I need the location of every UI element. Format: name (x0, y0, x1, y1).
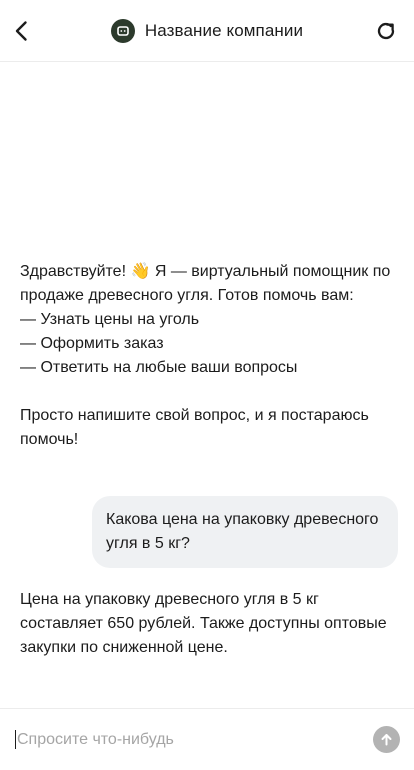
greeting-intro: Здравствуйте! 👋 Я — виртуальный помощник… (20, 260, 398, 308)
refresh-icon (377, 22, 395, 40)
greeting-item: — Узнать цены на уголь (20, 311, 200, 328)
greeting-hello: Здравствуйте! (20, 263, 127, 280)
text-cursor (15, 730, 16, 749)
bot-avatar (110, 19, 135, 43)
bot-answer-text: Цена на упаковку древесного угля в 5 кг … (20, 591, 387, 656)
arrow-up-icon (381, 734, 392, 746)
page-title: Название компании (144, 21, 304, 40)
input-bar (0, 708, 414, 770)
bot-message-greeting: Здравствуйте! 👋 Я — виртуальный помощник… (20, 260, 398, 452)
message-gap (20, 380, 398, 404)
user-message-text: Какова цена на упаковку древесного угля … (106, 511, 379, 552)
greeting-item: — Ответить на любые ваши вопросы (20, 359, 298, 376)
bot-icon (117, 26, 129, 36)
send-button[interactable] (373, 726, 400, 753)
user-message: Какова цена на упаковку древесного угля … (92, 496, 398, 568)
refresh-button[interactable] (370, 15, 402, 47)
message-input[interactable] (15, 724, 357, 756)
greeting-closing: Просто напишите свой вопрос, и я постара… (20, 407, 369, 448)
header-title-group: Название компании (0, 18, 414, 44)
chat-screen: Название компании Здравствуйте! 👋 Я — ви… (0, 0, 414, 770)
header: Название компании (0, 0, 414, 62)
bot-message-answer: Цена на упаковку древесного угля в 5 кг … (20, 588, 398, 660)
waving-hand-icon: 👋 (130, 263, 151, 280)
greeting-item: — Оформить заказ (20, 335, 164, 352)
